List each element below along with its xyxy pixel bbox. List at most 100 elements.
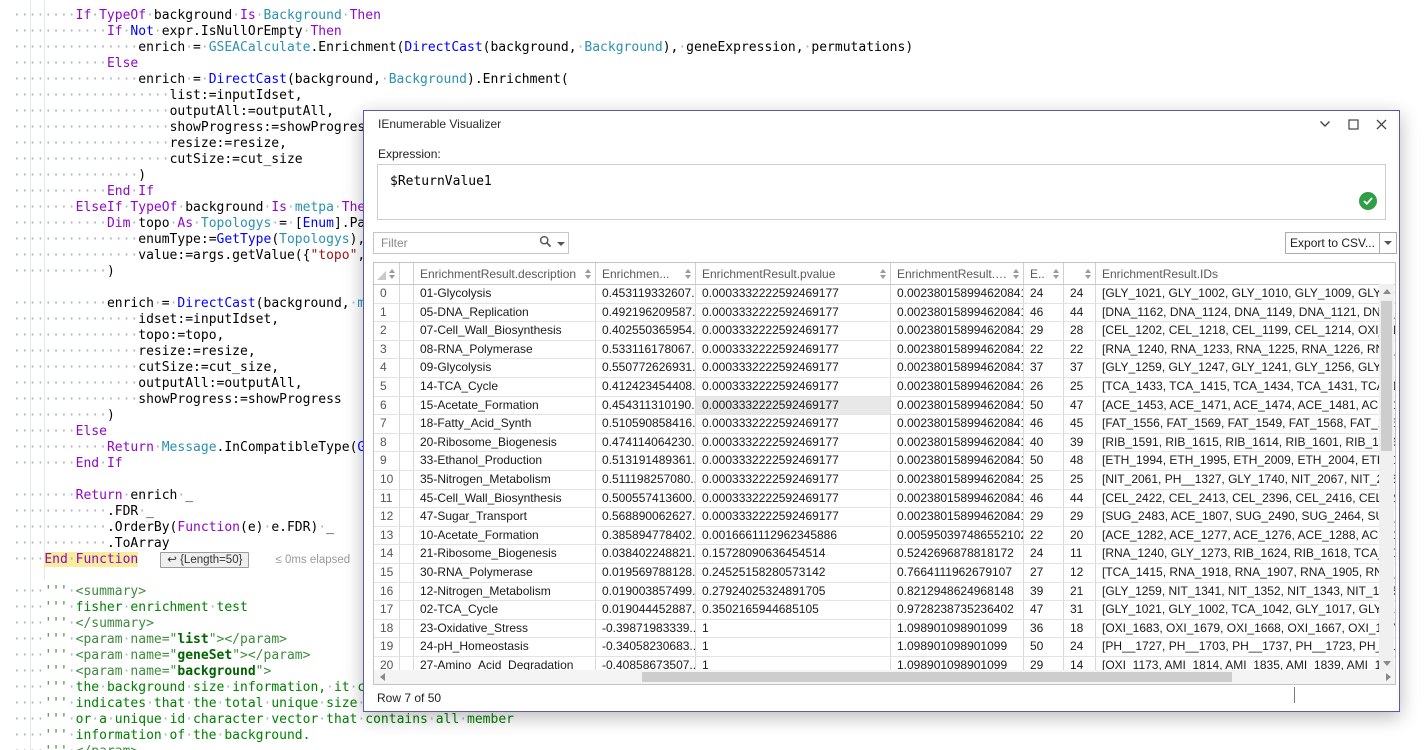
cell[interactable]: 1 bbox=[696, 620, 891, 638]
cell[interactable] bbox=[400, 508, 414, 526]
cell[interactable]: 0.002380158994620841 bbox=[891, 397, 1024, 415]
cell[interactable]: 0.019569788128... bbox=[596, 564, 696, 582]
table-row[interactable]: 409-Glycolysis0.550772626931...0.0003332… bbox=[374, 359, 1395, 378]
cell[interactable]: 15-Acetate_Formation bbox=[414, 397, 596, 415]
cell[interactable]: 35-Nitrogen_Metabolism bbox=[414, 471, 596, 489]
cell[interactable]: 36 bbox=[1024, 620, 1064, 638]
cell[interactable]: [DNA_1162, DNA_1124, DNA_1149, DNA_1121,… bbox=[1096, 304, 1396, 322]
column-header[interactable] bbox=[374, 263, 400, 284]
cell[interactable]: [CEL_1202, CEL_1218, CEL_1199, CEL_1214,… bbox=[1096, 322, 1396, 340]
cell[interactable]: 0.9728238735236402 bbox=[891, 601, 1024, 619]
cell[interactable]: 29 bbox=[1064, 508, 1096, 526]
cell[interactable]: 0.550772626931... bbox=[596, 359, 696, 377]
cell[interactable]: [ETH_1994, ETH_1995, ETH_2009, ETH_2004,… bbox=[1096, 452, 1396, 470]
cell[interactable]: 8 bbox=[374, 434, 400, 452]
table-row[interactable]: 1035-Nitrogen_Metabolism0.511198257080..… bbox=[374, 471, 1395, 490]
cell[interactable]: 0.510590858416... bbox=[596, 415, 696, 433]
table-row[interactable]: 1702-TCA_Cycle0.019044452887...0.3502165… bbox=[374, 601, 1395, 620]
cell[interactable]: 0.8212948624968148 bbox=[891, 583, 1024, 601]
table-row[interactable]: 718-Fatty_Acid_Synth0.510590858416...0.0… bbox=[374, 415, 1395, 434]
export-dropdown-button[interactable] bbox=[1379, 232, 1397, 254]
cell[interactable]: 0.453119332607... bbox=[596, 285, 696, 303]
cell[interactable]: 18-Fatty_Acid_Synth bbox=[414, 415, 596, 433]
cell[interactable]: [NIT_2061, PH__1327, GLY_1740, NIT_2067,… bbox=[1096, 471, 1396, 489]
cell[interactable]: 25 bbox=[1064, 378, 1096, 396]
cell[interactable]: 45 bbox=[1064, 415, 1096, 433]
cell[interactable]: [ACE_1282, ACE_1277, ACE_1276, ACE_1288,… bbox=[1096, 527, 1396, 545]
cell[interactable] bbox=[400, 341, 414, 359]
cell[interactable]: 0.0003332222592469177 bbox=[696, 490, 891, 508]
cell[interactable]: 12-Nitrogen_Metabolism bbox=[414, 583, 596, 601]
cell[interactable]: 1 bbox=[374, 304, 400, 322]
table-row[interactable]: 1247-Sugar_Transport0.568890062627...0.0… bbox=[374, 508, 1395, 527]
cell[interactable]: 0.385894778402... bbox=[596, 527, 696, 545]
cell[interactable]: 37 bbox=[1024, 359, 1064, 377]
cell[interactable]: 14 bbox=[374, 545, 400, 563]
cell[interactable]: 0.0003332222592469177 bbox=[696, 508, 891, 526]
cell[interactable]: 0.492196209587... bbox=[596, 304, 696, 322]
table-row[interactable]: 514-TCA_Cycle0.412423454408...0.00033322… bbox=[374, 378, 1395, 397]
cell[interactable]: 0.002380158994620841 bbox=[891, 341, 1024, 359]
cell[interactable]: [SUG_2483, ACE_1807, SUG_2490, SUG_2464,… bbox=[1096, 508, 1396, 526]
cell[interactable]: 45-Cell_Wall_Biosynthesis bbox=[414, 490, 596, 508]
cell[interactable]: 15 bbox=[374, 564, 400, 582]
cell[interactable]: [ACE_1453, ACE_1471, ACE_1474, ACE_1481,… bbox=[1096, 397, 1396, 415]
cell[interactable]: 40 bbox=[1024, 434, 1064, 452]
cell[interactable]: 2 bbox=[374, 322, 400, 340]
cell[interactable]: 28 bbox=[1064, 322, 1096, 340]
cell[interactable] bbox=[400, 397, 414, 415]
cell[interactable]: 17 bbox=[374, 601, 400, 619]
cell[interactable]: 21-Ribosome_Biogenesis bbox=[414, 545, 596, 563]
cell[interactable]: 12 bbox=[374, 508, 400, 526]
results-table[interactable]: EnrichmentResult.descriptionEnrichmen...… bbox=[373, 262, 1396, 685]
cell[interactable] bbox=[400, 378, 414, 396]
chevron-down-icon[interactable] bbox=[1317, 116, 1333, 132]
horizontal-scrollbar[interactable] bbox=[374, 670, 1395, 684]
table-row[interactable]: 13 10-Acetate_Formation0.385894778402...0… bbox=[374, 527, 1395, 546]
cell[interactable] bbox=[400, 322, 414, 340]
table-row[interactable]: 105-DNA_Replication0.492196209587...0.00… bbox=[374, 304, 1395, 323]
cell[interactable]: 0.0003332222592469177 bbox=[696, 322, 891, 340]
cell[interactable]: 24 bbox=[1024, 285, 1064, 303]
cell[interactable]: 24 bbox=[1024, 545, 1064, 563]
cell[interactable]: 0.002380158994620841 bbox=[891, 434, 1024, 452]
cell[interactable]: 0.7664111962679107 bbox=[891, 564, 1024, 582]
cell[interactable]: 20-Ribosome_Biogenesis bbox=[414, 434, 596, 452]
cell[interactable]: 44 bbox=[1064, 304, 1096, 322]
scroll-right-icon[interactable] bbox=[1386, 673, 1391, 681]
cell[interactable]: [FAT_1556, FAT_1569, FAT_1549, FAT_1568,… bbox=[1096, 415, 1396, 433]
cell[interactable] bbox=[400, 620, 414, 638]
cell[interactable] bbox=[400, 564, 414, 582]
cell[interactable]: 3 bbox=[374, 341, 400, 359]
table-row[interactable]: 615-Acetate_Formation0.454311310190...0.… bbox=[374, 397, 1395, 416]
column-header[interactable] bbox=[400, 263, 414, 284]
column-header-EnrichmentResult.IDs[interactable]: EnrichmentResult.IDs bbox=[1096, 263, 1396, 284]
cell[interactable]: 0.002380158994620841 bbox=[891, 490, 1024, 508]
cell[interactable]: 0.0016661112962345886 bbox=[696, 527, 891, 545]
cell[interactable]: 12 bbox=[1064, 564, 1096, 582]
cell[interactable]: 46 bbox=[1024, 490, 1064, 508]
cell[interactable]: 0.402550365954... bbox=[596, 322, 696, 340]
cell[interactable]: 1 bbox=[696, 638, 891, 656]
cell[interactable]: 29 bbox=[1024, 322, 1064, 340]
cell[interactable]: 0.002380158994620841 bbox=[891, 304, 1024, 322]
cell[interactable]: 0.019003857499... bbox=[596, 583, 696, 601]
cell[interactable]: 0.0003332222592469177 bbox=[696, 359, 891, 377]
cell[interactable]: 0.002380158994620841 bbox=[891, 471, 1024, 489]
cell[interactable] bbox=[400, 304, 414, 322]
table-row[interactable]: 308-RNA_Polymerase0.533116178067...0.000… bbox=[374, 341, 1395, 360]
cell[interactable]: 0.002380158994620841 bbox=[891, 285, 1024, 303]
cell[interactable]: 13 bbox=[374, 527, 400, 545]
cell[interactable] bbox=[400, 285, 414, 303]
close-icon[interactable] bbox=[1373, 116, 1389, 132]
cell[interactable] bbox=[400, 583, 414, 601]
column-header-Enrichmen...[interactable]: Enrichmen... bbox=[596, 263, 696, 284]
cell[interactable] bbox=[400, 359, 414, 377]
cell[interactable]: 23-Oxidative_Stress bbox=[414, 620, 596, 638]
export-to-csv-button[interactable]: Export to CSV... bbox=[1285, 232, 1380, 254]
column-header-EnrichmentResult.pvalue[interactable]: EnrichmentResult.pvalue bbox=[696, 263, 891, 284]
cell[interactable]: 1.098901098901099 bbox=[891, 638, 1024, 656]
cell[interactable]: 10-Acetate_Formation bbox=[414, 527, 596, 545]
cell[interactable]: 47 bbox=[1064, 397, 1096, 415]
filter-dropdown-icon[interactable] bbox=[557, 242, 565, 246]
